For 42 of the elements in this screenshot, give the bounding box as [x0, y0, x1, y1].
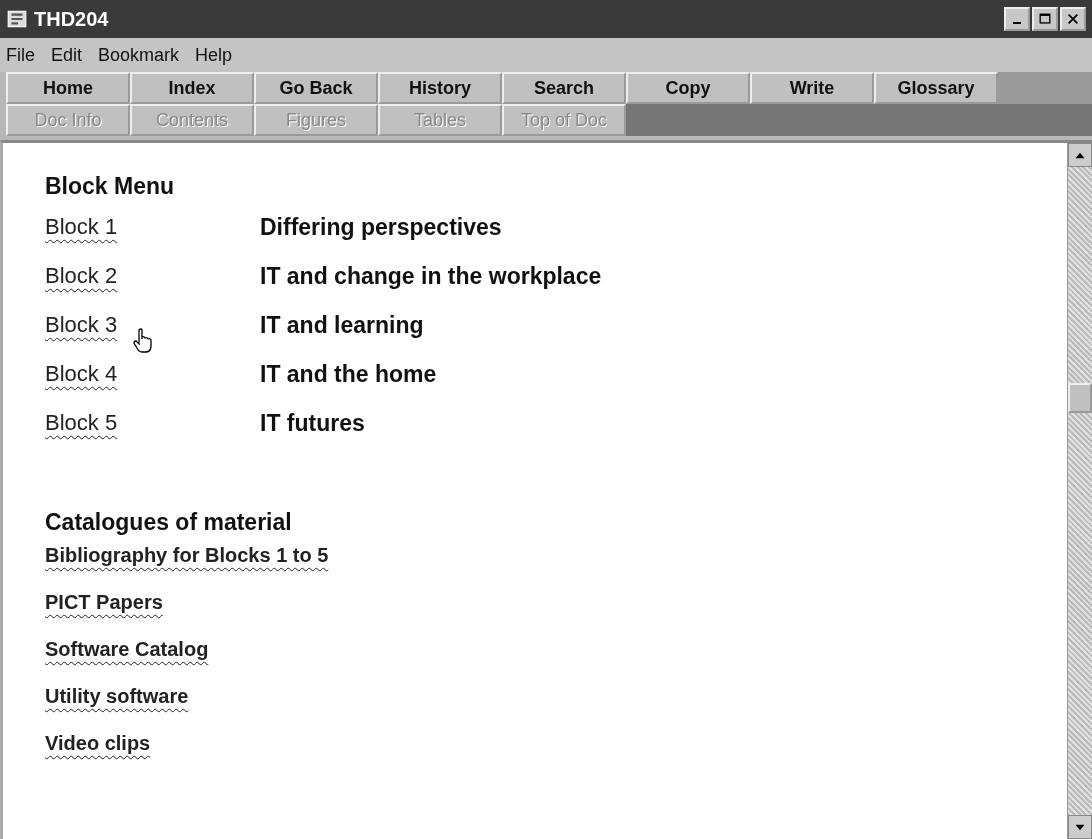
- menu-item[interactable]: Help: [195, 44, 233, 66]
- block-title: IT and change in the workplace: [260, 263, 602, 290]
- block-link[interactable]: Block 1: [45, 214, 118, 239]
- block-title: IT futures: [260, 410, 365, 437]
- block-link[interactable]: Block 3: [45, 312, 118, 337]
- section-heading: Catalogues of material: [45, 509, 293, 536]
- menu-item[interactable]: Edit: [51, 44, 83, 66]
- section-heading: Block Menu: [45, 173, 176, 200]
- toolbar-button[interactable]: Go Back: [254, 72, 378, 104]
- block-title: IT and the home: [260, 361, 437, 388]
- toolbar-button[interactable]: History: [378, 72, 502, 104]
- catalogue-link[interactable]: Utility software: [45, 685, 189, 707]
- toolbar-button[interactable]: Index: [130, 72, 254, 104]
- hand-cursor-icon: [133, 328, 153, 354]
- window-title: THD204: [34, 7, 109, 31]
- maximize-button[interactable]: [1032, 7, 1058, 31]
- toolbar-button[interactable]: Search: [502, 72, 626, 104]
- block-link[interactable]: Block 2: [45, 263, 118, 288]
- block-title: Differing perspectives: [260, 214, 502, 241]
- menu-item[interactable]: File: [6, 44, 35, 66]
- maximize-icon: [1038, 12, 1052, 26]
- menu-item[interactable]: Bookmark: [98, 44, 180, 66]
- scroll-thumb[interactable]: [1068, 383, 1092, 413]
- catalogue-link[interactable]: Software Catalog: [45, 638, 209, 660]
- catalogue-link[interactable]: Bibliography for Blocks 1 to 5: [45, 544, 329, 566]
- toolbar-button[interactable]: Home: [6, 72, 130, 104]
- close-button[interactable]: [1060, 7, 1086, 31]
- catalogue-link[interactable]: PICT Papers: [45, 591, 163, 613]
- toolbar-button[interactable]: Write: [750, 72, 874, 104]
- app-icon: [6, 8, 28, 30]
- close-icon: [1066, 12, 1080, 26]
- block-link[interactable]: Block 4: [45, 361, 118, 386]
- minimize-button[interactable]: [1004, 7, 1030, 31]
- block-link[interactable]: Block 5: [45, 410, 118, 435]
- scrollbar[interactable]: [1067, 143, 1092, 839]
- toolbar-button[interactable]: Copy: [626, 72, 750, 104]
- scroll-up-icon[interactable]: [1068, 143, 1092, 167]
- block-title: IT and learning: [260, 312, 424, 339]
- scroll-down-icon[interactable]: [1068, 815, 1092, 839]
- minimize-icon: [1013, 22, 1021, 24]
- toolbar-button[interactable]: Glossary: [874, 72, 998, 104]
- catalogue-link[interactable]: Video clips: [45, 732, 151, 754]
